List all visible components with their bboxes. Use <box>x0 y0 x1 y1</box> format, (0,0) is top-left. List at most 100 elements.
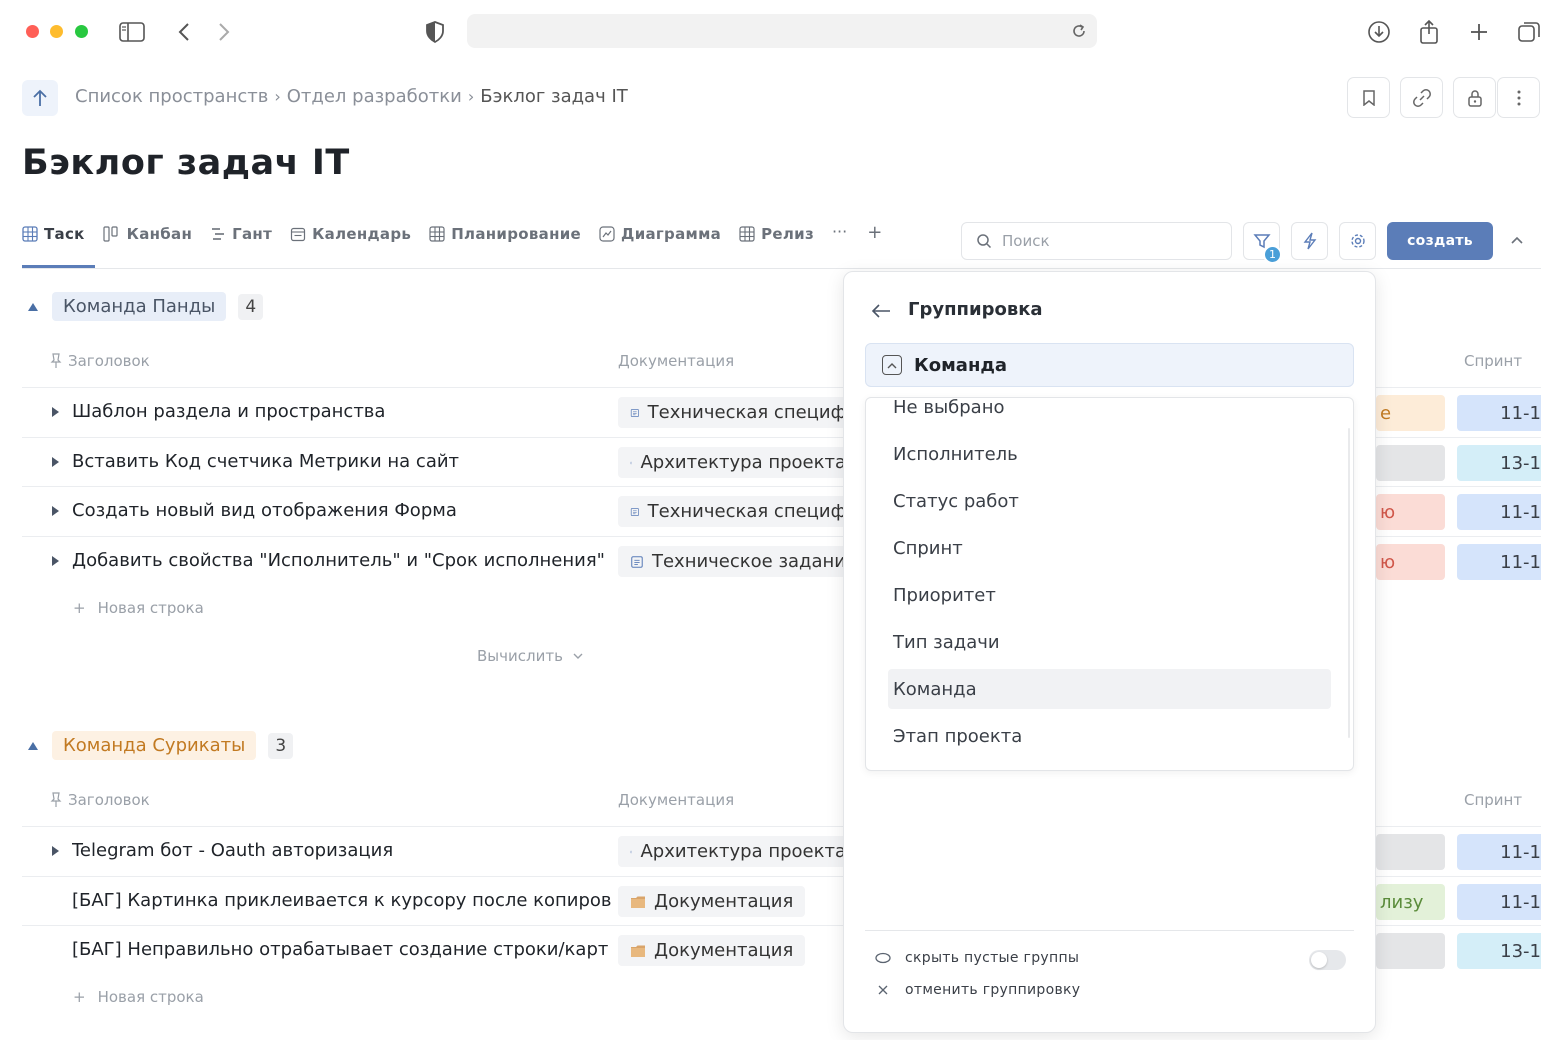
expand-caret-icon[interactable] <box>52 407 59 417</box>
status-badge[interactable]: ю <box>1376 494 1445 530</box>
settings-button[interactable] <box>1339 222 1376 260</box>
row-title[interactable]: [БАГ] Неправильно отрабатывает создание … <box>72 939 612 960</box>
group-collapse-toggle[interactable] <box>26 739 40 753</box>
status-badge[interactable] <box>1376 933 1445 969</box>
expand-caret-icon[interactable] <box>52 846 59 856</box>
tab-release[interactable]: Релиз <box>739 222 814 246</box>
collapse-toolbar-button[interactable] <box>1505 228 1529 252</box>
status-badge[interactable] <box>1376 834 1445 870</box>
row-title[interactable]: Telegram бот - Oauth авторизация <box>72 840 612 861</box>
forward-arrow-icon[interactable] <box>210 18 238 46</box>
sprint-badge[interactable]: 13-1 <box>1457 933 1541 969</box>
search-input[interactable]: Поиск <box>961 222 1232 260</box>
new-tab-icon[interactable] <box>1465 18 1493 46</box>
add-view-button[interactable]: + <box>867 222 882 243</box>
option-sprint[interactable]: Спринт <box>888 528 1331 568</box>
dropdown-scrollbar[interactable] <box>1348 428 1350 738</box>
column-header-title[interactable]: Заголовок <box>50 352 150 370</box>
expand-caret-icon[interactable] <box>52 556 59 566</box>
more-options-button[interactable] <box>1497 77 1540 118</box>
doc-chip[interactable]: Документация <box>618 935 806 966</box>
download-icon[interactable] <box>1365 18 1393 46</box>
hide-empty-groups-row[interactable]: скрыть пустые группы <box>875 950 1079 966</box>
row-title[interactable]: Создать новый вид отображения Форма <box>72 500 612 521</box>
go-up-button[interactable] <box>22 80 58 116</box>
create-button[interactable]: создать <box>1387 222 1493 260</box>
lock-button[interactable] <box>1453 77 1496 118</box>
window-close-button[interactable] <box>26 25 39 38</box>
panel-back-button[interactable] <box>870 300 892 322</box>
bookmark-button[interactable] <box>1347 77 1390 118</box>
row-title[interactable]: [БАГ] Картинка приклеивается к курсору п… <box>72 890 612 911</box>
sprint-badge[interactable]: 11-1 <box>1457 395 1541 431</box>
doc-chip[interactable]: Архитектура проекта <box>618 447 858 478</box>
sprint-badge[interactable]: 11-1 <box>1457 834 1541 870</box>
option-task-type[interactable]: Тип задачи <box>888 622 1331 662</box>
doc-chip[interactable]: Архитектура проекта <box>618 836 858 867</box>
breadcrumb-item-spaces[interactable]: Список пространств <box>75 86 268 107</box>
column-header-docs[interactable]: Документация <box>618 352 734 370</box>
row-title[interactable]: Вставить Код счетчика Метрики на сайт <box>72 451 612 472</box>
more-tabs-button[interactable]: ··· <box>832 222 847 241</box>
sprint-badge[interactable]: 11-1 <box>1457 494 1541 530</box>
lock-icon <box>1467 89 1482 107</box>
sidebar-toggle-icon[interactable] <box>118 18 146 46</box>
status-badge[interactable]: лизу <box>1376 884 1445 920</box>
cancel-grouping-button[interactable]: отменить группировку <box>875 982 1080 998</box>
status-badge[interactable]: ю <box>1376 544 1445 580</box>
back-arrow-icon[interactable] <box>170 18 198 46</box>
chevron-up-icon <box>1511 236 1523 244</box>
tab-kanban[interactable]: Канбан <box>103 222 193 246</box>
tab-planning[interactable]: Планирование <box>429 222 581 246</box>
row-title[interactable]: Шаблон раздела и пространства <box>72 401 612 422</box>
new-row-button[interactable]: + Новая строка <box>73 599 204 617</box>
column-header-title[interactable]: Заголовок <box>50 791 150 809</box>
doc-chip[interactable]: Техническая специф <box>618 397 858 428</box>
group-collapse-toggle[interactable] <box>26 300 40 314</box>
sprint-badge[interactable]: 11-1 <box>1457 884 1541 920</box>
tabs-overview-icon[interactable] <box>1515 18 1543 46</box>
doc-chip-label: Документация <box>654 891 794 912</box>
address-bar[interactable] <box>467 14 1097 48</box>
window-minimize-button[interactable] <box>50 25 63 38</box>
share-icon[interactable] <box>1415 18 1443 46</box>
column-header-sprint[interactable]: Спринт <box>1464 791 1522 809</box>
compute-button[interactable]: Вычислить <box>477 647 583 665</box>
shield-icon[interactable] <box>421 18 449 46</box>
reload-icon[interactable] <box>1069 21 1089 41</box>
link-icon <box>1412 88 1431 107</box>
column-header-sprint[interactable]: Спринт <box>1464 352 1522 370</box>
doc-chip-label: Документация <box>654 940 794 961</box>
window-maximize-button[interactable] <box>75 25 88 38</box>
status-badge[interactable]: е <box>1376 395 1445 431</box>
group-by-select[interactable]: Команда <box>865 343 1354 387</box>
tab-chart[interactable]: Диаграмма <box>599 222 721 246</box>
doc-chip[interactable]: Техническое задани <box>618 546 858 577</box>
automation-button[interactable] <box>1291 222 1328 260</box>
expand-caret-icon[interactable] <box>52 457 59 467</box>
option-none[interactable]: Не выбрано <box>888 398 1331 427</box>
breadcrumb-item-department[interactable]: Отдел разработки <box>287 86 462 107</box>
tab-gantt[interactable]: Гант <box>210 222 272 246</box>
new-row-button[interactable]: + Новая строка <box>73 988 204 1006</box>
option-priority[interactable]: Приоритет <box>888 575 1331 615</box>
status-badge[interactable] <box>1376 445 1445 481</box>
sprint-badge[interactable]: 13-1 <box>1457 445 1541 481</box>
tab-label: Гант <box>232 225 273 243</box>
column-header-docs[interactable]: Документация <box>618 791 734 809</box>
option-team[interactable]: Команда <box>888 669 1331 709</box>
option-project-stage[interactable]: Этап проекта <box>888 716 1331 756</box>
doc-chip[interactable]: Документация <box>618 886 806 917</box>
tab-calendar[interactable]: Календарь <box>290 222 411 246</box>
breadcrumb-separator: › <box>274 87 281 106</box>
tab-task[interactable]: Таск <box>22 222 85 246</box>
expand-caret-icon[interactable] <box>52 506 59 516</box>
copy-link-button[interactable] <box>1400 77 1443 118</box>
doc-chip[interactable]: Техническая специф <box>618 496 858 527</box>
row-title[interactable]: Добавить свойства "Исполнитель" и "Срок … <box>72 550 612 571</box>
hide-empty-groups-toggle[interactable] <box>1309 950 1346 970</box>
option-assignee[interactable]: Исполнитель <box>888 434 1331 474</box>
browser-toolbar <box>0 0 1564 64</box>
sprint-badge[interactable]: 11-1 <box>1457 544 1541 580</box>
option-work-status[interactable]: Статус работ <box>888 481 1331 521</box>
